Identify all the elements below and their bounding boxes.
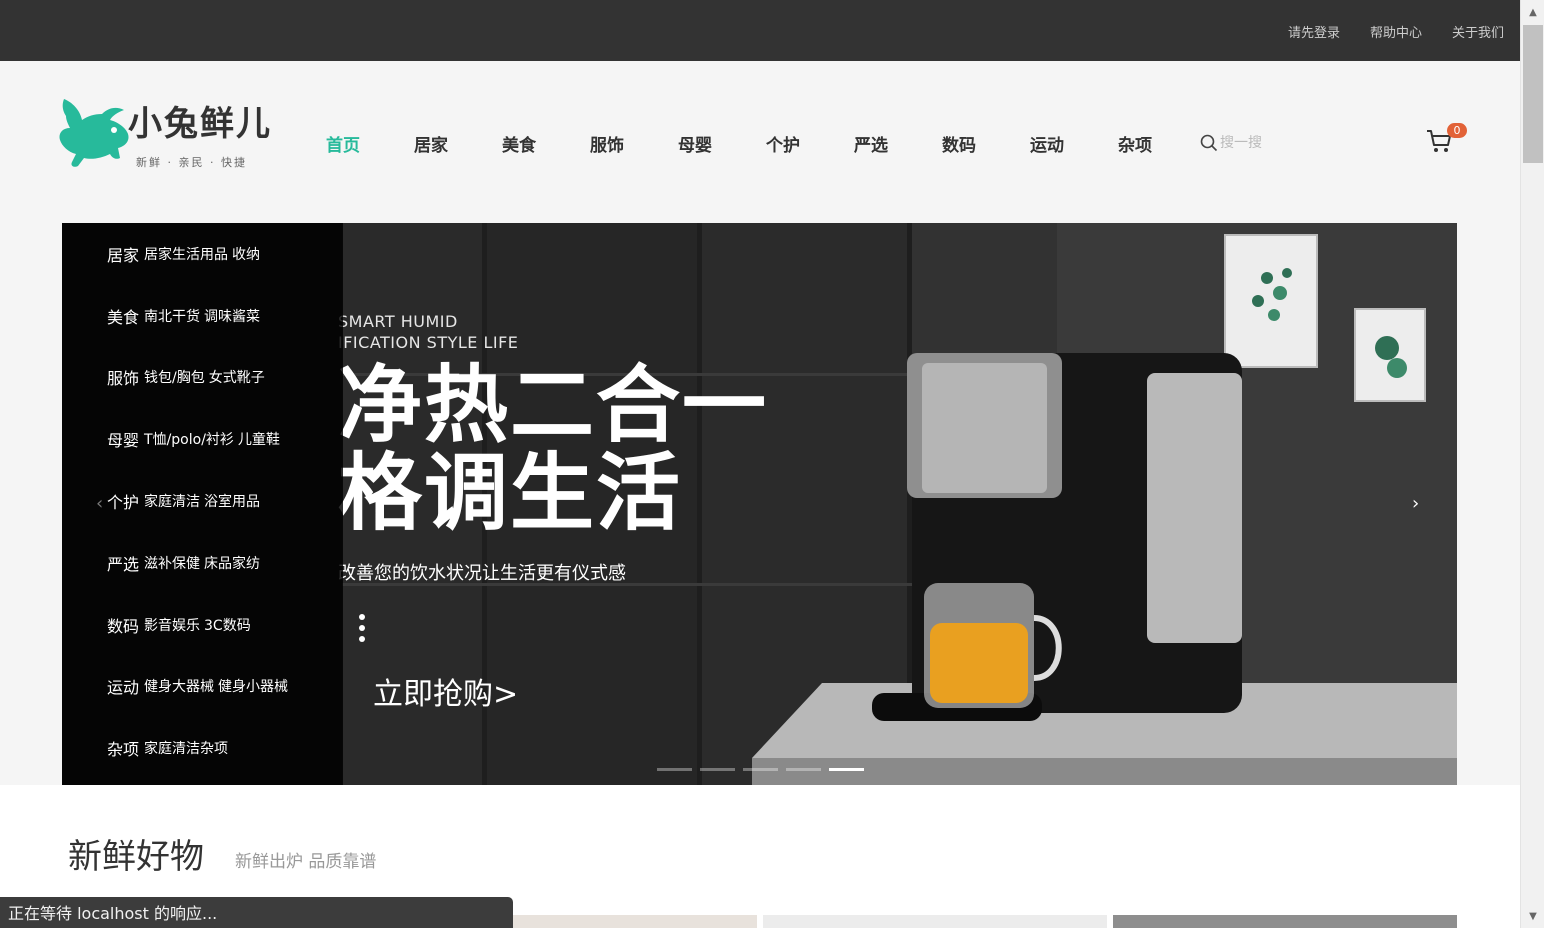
help-center-link[interactable]: 帮助中心 — [1370, 22, 1422, 41]
carousel-indicator[interactable] — [700, 768, 735, 771]
nav-item-food[interactable]: 美食 — [502, 131, 590, 156]
category-sub-link[interactable]: 钱包/胸包 — [144, 367, 205, 387]
top-links: 请先登录 帮助中心 关于我们 — [1288, 22, 1504, 41]
nav-item-personal-care[interactable]: 个护 — [766, 131, 854, 156]
cart-count-badge: 0 — [1447, 123, 1467, 138]
nav-item-apparel[interactable]: 服饰 — [590, 131, 678, 156]
category-name[interactable]: 居家 — [107, 242, 139, 266]
banner-english-line-1: SMART HUMID — [338, 312, 458, 331]
logo[interactable]: 小兔鲜儿 新鲜 · 亲民 · 快捷 — [54, 94, 284, 174]
category-name[interactable]: 运动 — [107, 674, 139, 698]
product-thumbnails — [513, 915, 1457, 928]
category-item[interactable]: 严选 滋补保健 床品家纺 — [62, 532, 343, 594]
category-sub-link[interactable]: 浴室用品 — [204, 491, 260, 511]
category-sub-link[interactable]: 床品家纺 — [204, 553, 260, 573]
category-item[interactable]: 母婴 T恤/polo/衬衫 儿童鞋 — [62, 408, 343, 470]
cart-button[interactable]: 0 — [1425, 123, 1467, 157]
category-sub-link[interactable]: 收纳 — [232, 244, 260, 264]
category-sub-link[interactable]: 南北干货 — [144, 306, 200, 326]
carousel-indicator[interactable] — [657, 768, 692, 771]
top-bar: 请先登录 帮助中心 关于我们 — [0, 0, 1520, 61]
category-item[interactable]: 杂项 家庭清洁杂项 — [62, 717, 343, 779]
banner-description: 改善您的饮水状况让生活更有仪式感 — [338, 563, 626, 584]
category-item[interactable]: 个护 家庭清洁 浴室用品 — [62, 470, 343, 532]
scroll-down-arrow-icon[interactable]: ▼ — [1521, 906, 1544, 928]
category-sub-link[interactable]: 调味酱菜 — [204, 306, 260, 326]
logo-slogan: 新鲜 · 亲民 · 快捷 — [136, 156, 247, 169]
login-link[interactable]: 请先登录 — [1288, 22, 1340, 41]
banner-decoration-dots — [359, 614, 365, 647]
category-sub-link[interactable]: 居家生活用品 — [144, 244, 228, 264]
carousel-next-arrow-icon[interactable]: › — [1412, 493, 1419, 514]
category-sub-link[interactable]: 滋补保健 — [144, 553, 200, 573]
category-name[interactable]: 美食 — [107, 304, 139, 328]
category-item[interactable]: 服饰 钱包/胸包 女式靴子 — [62, 347, 343, 409]
category-item[interactable]: 居家 居家生活用品 收纳 — [62, 223, 343, 285]
category-name[interactable]: 杂项 — [107, 736, 139, 760]
banner-english-line-2: IFICATION STYLE LIFE — [338, 333, 519, 352]
main-nav: 首页 居家 美食 服饰 母婴 个护 严选 数码 运动 杂项 — [326, 131, 1206, 156]
category-sub-link[interactable]: 健身大器械 — [144, 676, 214, 696]
section-title: 新鲜好物 — [68, 837, 204, 877]
about-us-link[interactable]: 关于我们 — [1452, 22, 1504, 41]
category-name[interactable]: 个护 — [107, 489, 139, 513]
search-input[interactable] — [1220, 134, 1320, 151]
product-thumbnail[interactable] — [513, 915, 757, 928]
category-item[interactable]: 数码 影音娱乐 3C数码 — [62, 594, 343, 656]
nav-item-sports[interactable]: 运动 — [1030, 131, 1118, 156]
vertical-scrollbar[interactable]: ▲ ▼ — [1520, 0, 1544, 928]
category-sub-link[interactable]: T恤/polo/衬衫 — [144, 429, 234, 449]
nav-item-home-living[interactable]: 居家 — [414, 131, 502, 156]
category-item[interactable]: 运动 健身大器械 健身小器械 — [62, 656, 343, 718]
scrollbar-thumb[interactable] — [1523, 25, 1543, 163]
product-thumbnail[interactable] — [1113, 915, 1457, 928]
nav-item-selected[interactable]: 严选 — [854, 131, 942, 156]
product-thumbnail[interactable] — [763, 915, 1107, 928]
nav-item-misc[interactable]: 杂项 — [1118, 131, 1206, 156]
carousel-indicators — [657, 768, 864, 771]
header: 小兔鲜儿 新鲜 · 亲民 · 快捷 首页 居家 美食 服饰 母婴 个护 严选 数… — [0, 61, 1520, 223]
nav-item-baby[interactable]: 母婴 — [678, 131, 766, 156]
banner-buy-now-button[interactable]: 立即抢购> — [373, 669, 518, 713]
search-icon — [1200, 134, 1218, 151]
category-item[interactable]: 美食 南北干货 调味酱菜 — [62, 285, 343, 347]
nav-item-digital[interactable]: 数码 — [942, 131, 1030, 156]
category-sub-link[interactable]: 家庭清洁杂项 — [144, 738, 228, 758]
carousel-indicator-active[interactable] — [829, 768, 864, 771]
hero-banner[interactable]: SMART HUMID IFICATION STYLE LIFE 净热二合一 格… — [62, 223, 1457, 785]
category-name[interactable]: 服饰 — [107, 365, 139, 389]
category-sub-link[interactable]: 影音娱乐 — [144, 615, 200, 635]
banner-headline-2: 格调生活 — [338, 444, 683, 542]
category-name[interactable]: 严选 — [107, 551, 139, 575]
category-name[interactable]: 母婴 — [107, 427, 139, 451]
carousel-indicator[interactable] — [743, 768, 778, 771]
category-name[interactable]: 数码 — [107, 613, 139, 637]
nav-item-home[interactable]: 首页 — [326, 131, 414, 156]
browser-status-bar: 正在等待 localhost 的响应... — [0, 897, 513, 928]
logo-text: 小兔鲜儿 — [128, 104, 272, 144]
search-box — [1200, 131, 1330, 155]
banner-headline-1: 净热二合一 — [338, 356, 769, 454]
section-subtitle: 新鲜出炉 品质靠谱 — [235, 852, 377, 872]
category-sub-link[interactable]: 女式靴子 — [209, 367, 265, 387]
category-sub-link[interactable]: 儿童鞋 — [238, 429, 280, 449]
category-sub-link[interactable]: 家庭清洁 — [144, 491, 200, 511]
rabbit-logo-icon — [59, 99, 129, 167]
category-sub-link[interactable]: 3C数码 — [204, 615, 251, 635]
scroll-up-arrow-icon[interactable]: ▲ — [1521, 2, 1544, 24]
category-sub-link[interactable]: 健身小器械 — [218, 676, 288, 696]
category-menu: 居家 居家生活用品 收纳 美食 南北干货 调味酱菜 服饰 钱包/胸包 女式靴子 母婴 T恤/p… — [62, 223, 343, 785]
carousel-indicator[interactable] — [786, 768, 821, 771]
carousel-prev-arrow-icon[interactable]: ‹ — [96, 493, 103, 514]
